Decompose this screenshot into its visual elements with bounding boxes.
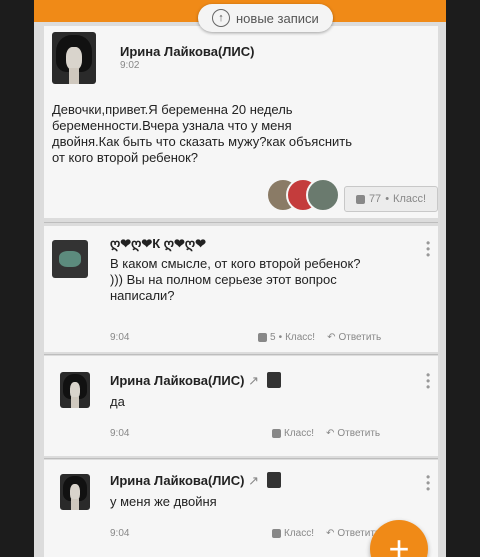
reply-label: Ответить <box>337 428 381 439</box>
reply-arrow-icon: ↶ <box>326 428 335 439</box>
comment-avatar[interactable] <box>60 372 90 408</box>
thumbs-up-icon <box>355 194 365 204</box>
author-avatar[interactable] <box>52 32 96 84</box>
like-label: Класс! <box>284 428 314 439</box>
comment-actions: Класс! ↶ Ответить <box>272 528 380 539</box>
reply-to-avatar <box>266 372 281 388</box>
reply-label: Ответить <box>338 332 382 343</box>
like-button[interactable]: Класс! <box>272 528 314 539</box>
comment-text: В каком смысле, от кого второй ребенок? … <box>110 256 360 304</box>
separator-dot: • <box>385 193 390 205</box>
like-button[interactable]: 5 • Класс! <box>258 332 315 343</box>
app-screen: ↑ новые записи Ирина Лайкова(ЛИС) 9:02 Д… <box>34 0 446 557</box>
comment-author[interactable]: Ирина Лайкова(ЛИС) ↗ <box>110 372 281 389</box>
like-button[interactable]: Класс! <box>272 428 314 439</box>
comment-author[interactable]: ღ❤ღ❤К ღ❤ღ❤ <box>110 236 206 252</box>
post-line: беременности.Вчера узнала что у меня <box>52 118 292 133</box>
thumbs-up-icon <box>272 529 281 538</box>
comment-line: В каком смысле, от кого второй ребенок? <box>110 256 361 271</box>
post-author[interactable]: Ирина Лайкова(ЛИС) <box>120 44 254 59</box>
new-posts-button[interactable]: ↑ новые записи <box>198 4 333 32</box>
arrow-up-icon: ↑ <box>212 9 230 27</box>
reply-button[interactable]: ↶ Ответить <box>326 428 380 439</box>
divider <box>44 222 438 223</box>
comment-text: да <box>110 394 125 409</box>
more-options-icon[interactable]: • • • <box>426 471 430 495</box>
like-label: Класс! <box>284 528 314 539</box>
post-time: 9:02 <box>120 60 140 71</box>
post-line: двойня.Как быть что сказать мужу?как объ… <box>52 134 353 149</box>
like-count: 77 <box>368 193 382 205</box>
new-posts-label: новые записи <box>236 10 319 26</box>
comment-avatar[interactable] <box>60 474 90 510</box>
post-line: Девочки,привет.Я беременна 20 недель <box>52 102 293 117</box>
comment-actions: 5 • Класс! ↶ Ответить <box>258 332 381 343</box>
divider <box>44 458 438 459</box>
comment-actions: Класс! ↶ Ответить <box>272 428 380 439</box>
reply-button[interactable]: ↶ Ответить <box>327 332 381 343</box>
comment-item: Ирина Лайкова(ЛИС) ↗ да 9:04 Класс! ↶ От… <box>44 356 438 456</box>
reply-to-arrow-icon: ↗ <box>248 373 260 388</box>
like-button[interactable]: 77 • Класс! <box>344 186 438 212</box>
comment-text: у меня же двойня <box>110 494 217 509</box>
post-text: Девочки,привет.Я беременна 20 недель бер… <box>52 102 352 166</box>
reaction-avatar <box>306 178 340 212</box>
comment-time: 9:04 <box>110 528 130 539</box>
like-count: 5 <box>270 332 276 343</box>
reply-arrow-icon: ↶ <box>327 332 336 343</box>
reply-to-arrow-icon: ↗ <box>248 473 260 488</box>
post-card: Ирина Лайкова(ЛИС) 9:02 Девочки,привет.Я… <box>44 26 438 218</box>
comment-line: написали? <box>110 288 175 303</box>
comment-avatar[interactable] <box>52 240 88 278</box>
more-options-icon[interactable]: • • • <box>426 369 430 393</box>
like-label: Класс! <box>393 193 427 205</box>
thumbs-up-icon <box>272 429 281 438</box>
reply-to-avatar <box>266 472 281 488</box>
reply-arrow-icon: ↶ <box>326 528 335 539</box>
comment-item: ღ❤ღ❤К ღ❤ღ❤ В каком смысле, от кого второ… <box>44 226 438 352</box>
divider <box>44 354 438 355</box>
comment-line: ))) Вы на полном серьезе этот вопрос <box>110 272 337 287</box>
comment-author[interactable]: Ирина Лайкова(ЛИС) ↗ <box>110 472 281 489</box>
comment-time: 9:04 <box>110 428 130 439</box>
thumbs-up-icon <box>258 333 267 342</box>
more-options-icon[interactable]: • • • <box>426 237 430 261</box>
comment-time: 9:04 <box>110 332 130 343</box>
like-label: Класс! <box>285 332 316 343</box>
reactions-avatars[interactable] <box>266 176 340 212</box>
post-line: от кого второй ребенок? <box>52 150 199 165</box>
